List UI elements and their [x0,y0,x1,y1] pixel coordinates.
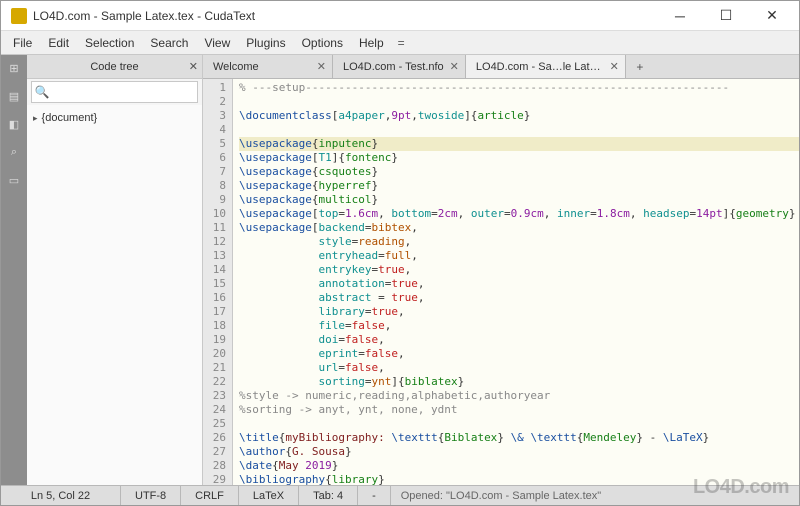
code-line[interactable] [239,95,799,109]
code-line[interactable]: \date{May 2019} [239,459,799,473]
code-line[interactable] [239,123,799,137]
window-controls: ─ ☐ ✕ [657,1,795,31]
status-position[interactable]: Ln 5, Col 22 [1,486,121,505]
activity-console-icon[interactable]: ▭ [5,171,23,189]
code-line[interactable]: entryhead=full, [239,249,799,263]
code-line[interactable]: %style -> numeric,reading,alphabetic,aut… [239,389,799,403]
activity-tree-icon[interactable]: ⊞ [5,59,23,77]
editor-area: Welcome ✕ LO4D.com - Test.nfo ✕ LO4D.com… [203,55,799,485]
code-line[interactable]: eprint=false, [239,347,799,361]
code-line[interactable]: sorting=ynt]{biblatex} [239,375,799,389]
status-eol[interactable]: CRLF [181,486,239,505]
menu-more-icon[interactable]: = [392,33,411,53]
status-mode[interactable]: - [358,486,391,505]
tree-item-document[interactable]: ▸ {document} [33,109,196,127]
editor[interactable]: 1 2 3 4 5 6 7 8 9 10 11 12 13 14 15 16 1… [203,79,799,485]
code-line[interactable]: \usepackage[T1]{fontenc} [239,151,799,165]
app-icon [11,8,27,24]
sidebar-tree: ▸ {document} [27,105,202,485]
code-line[interactable]: \usepackage{inputenc} [239,137,799,151]
titlebar: LO4D.com - Sample Latex.tex - CudaText ─… [1,1,799,31]
code-line[interactable]: \author{G. Sousa} [239,445,799,459]
sidebar-header: Code tree ✕ [27,55,202,79]
statusbar: Ln 5, Col 22 UTF-8 CRLF LaTeX Tab: 4 - O… [1,485,799,505]
tab-close-icon[interactable]: ✕ [610,60,619,73]
search-icon: 🔍 [32,85,52,99]
sidebar: Code tree ✕ 🔍 ▸ {document} [27,55,203,485]
code-line[interactable]: style=reading, [239,235,799,249]
activity-find-icon[interactable]: ⌕ [5,143,23,161]
tab-test-nfo[interactable]: LO4D.com - Test.nfo ✕ [333,55,466,78]
window-title: LO4D.com - Sample Latex.tex - CudaText [33,9,657,23]
status-encoding[interactable]: UTF-8 [121,486,181,505]
code-line[interactable]: url=false, [239,361,799,375]
tab-label: LO4D.com - Sa…le Latex.tex [476,61,604,73]
menu-options[interactable]: Options [294,33,351,53]
code-line[interactable]: abstract = true, [239,291,799,305]
menu-plugins[interactable]: Plugins [238,33,293,53]
code-line[interactable]: annotation=true, [239,277,799,291]
tab-sample-latex[interactable]: LO4D.com - Sa…le Latex.tex ✕ [466,55,626,78]
tab-welcome[interactable]: Welcome ✕ [203,55,333,78]
code-line[interactable]: \usepackage[backend=bibtex, [239,221,799,235]
tab-close-icon[interactable]: ✕ [317,60,326,73]
tab-label: LO4D.com - Test.nfo [343,61,444,73]
code-line[interactable]: \usepackage{hyperref} [239,179,799,193]
tab-add-button[interactable]: + [626,55,654,78]
close-button[interactable]: ✕ [749,1,795,31]
activity-tabs-icon[interactable]: ◧ [5,115,23,133]
main-area: ⊞ ▤ ◧ ⌕ ▭ Code tree ✕ 🔍 ▸ {document} Wel… [1,55,799,485]
menu-file[interactable]: File [5,33,40,53]
menu-view[interactable]: View [196,33,238,53]
sidebar-search[interactable]: 🔍 [31,81,198,103]
code-line[interactable]: \title{myBibliography: \texttt{Biblatex}… [239,431,799,445]
menu-selection[interactable]: Selection [77,33,142,53]
activity-project-icon[interactable]: ▤ [5,87,23,105]
maximize-button[interactable]: ☐ [703,1,749,31]
status-lexer[interactable]: LaTeX [239,486,299,505]
code-line[interactable]: \bibliography{library} [239,473,799,485]
sidebar-title: Code tree [90,61,138,73]
menu-search[interactable]: Search [142,33,196,53]
tabbar: Welcome ✕ LO4D.com - Test.nfo ✕ LO4D.com… [203,55,799,79]
code-line[interactable]: file=false, [239,319,799,333]
activity-bar: ⊞ ▤ ◧ ⌕ ▭ [1,55,27,485]
code-line[interactable]: \usepackage{csquotes} [239,165,799,179]
tree-item-label: {document} [42,109,98,127]
status-tab[interactable]: Tab: 4 [299,486,358,505]
menu-edit[interactable]: Edit [40,33,77,53]
code-line[interactable] [239,417,799,431]
code-line[interactable]: \documentclass[a4paper,9pt,twoside]{arti… [239,109,799,123]
tab-label: Welcome [213,61,311,73]
sidebar-close-icon[interactable]: ✕ [189,60,198,73]
code-line[interactable]: \usepackage{multicol} [239,193,799,207]
code-line[interactable]: library=true, [239,305,799,319]
code-line[interactable]: doi=false, [239,333,799,347]
tab-close-icon[interactable]: ✕ [450,60,459,73]
line-gutter: 1 2 3 4 5 6 7 8 9 10 11 12 13 14 15 16 1… [203,79,233,485]
chevron-right-icon: ▸ [33,109,38,127]
menubar: File Edit Selection Search View Plugins … [1,31,799,55]
code-line[interactable]: \usepackage[top=1.6cm, bottom=2cm, outer… [239,207,799,221]
code-line[interactable]: entrykey=true, [239,263,799,277]
minimize-button[interactable]: ─ [657,1,703,31]
status-message: Opened: "LO4D.com - Sample Latex.tex" [391,490,799,502]
code-line[interactable]: % ---setup------------------------------… [239,81,799,95]
menu-help[interactable]: Help [351,33,392,53]
code-line[interactable]: %sorting -> anyt, ynt, none, ydnt [239,403,799,417]
code-content[interactable]: % ---setup------------------------------… [233,79,799,485]
